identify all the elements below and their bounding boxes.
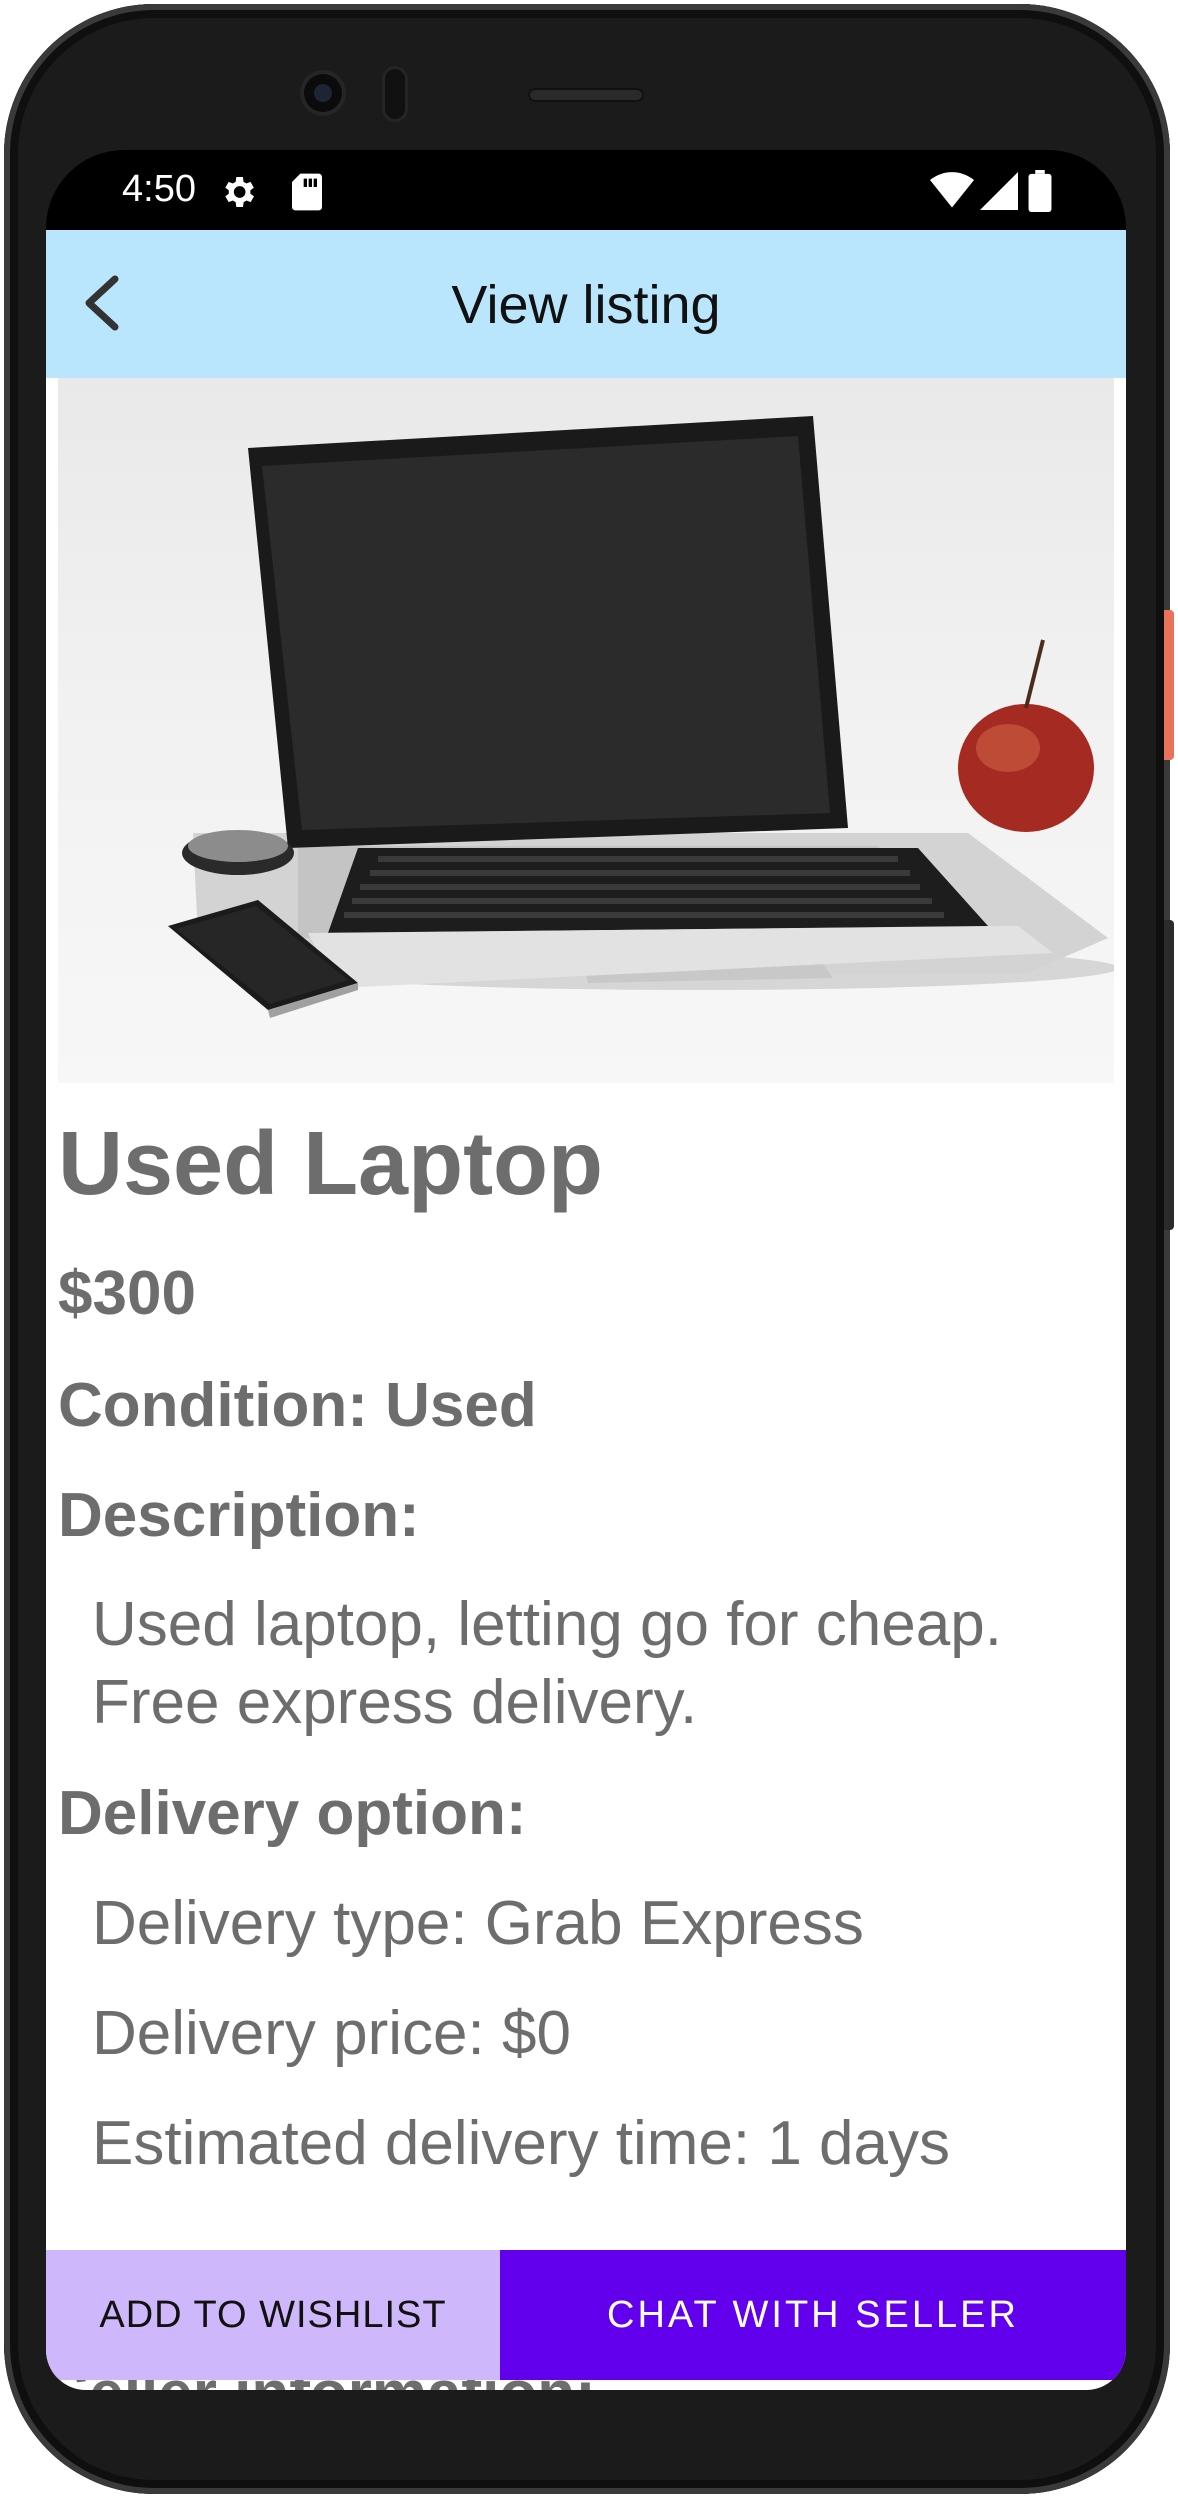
battery-icon [1028, 170, 1052, 222]
screen: 4:50 View listing Used Laptop $300 Condi… [46, 150, 1126, 2390]
listing-content[interactable]: Used Laptop $300 Condition: Used Descrip… [46, 378, 1126, 2390]
app-bar: View listing [46, 230, 1126, 378]
status-time: 4:50 [122, 168, 196, 210]
chat-with-seller-button[interactable]: CHAT WITH SELLER [500, 2250, 1126, 2380]
page-title: View listing [451, 275, 721, 335]
settings-icon [218, 172, 258, 222]
listing-price: $300 [58, 1259, 196, 1328]
signal-icon [980, 172, 1018, 220]
description-text: Used laptop, letting go for cheap. Free … [92, 1590, 1002, 1737]
proximity-sensor [382, 66, 408, 122]
listing-condition: Condition: Used [58, 1371, 537, 1440]
bottom-action-bar: ADD TO WISHLIST CHAT WITH SELLER [46, 2250, 1126, 2380]
status-bar: 4:50 [46, 150, 1126, 230]
front-camera [300, 70, 346, 116]
add-to-wishlist-button[interactable]: ADD TO WISHLIST [46, 2250, 500, 2380]
listing-image [58, 378, 1118, 1083]
earpiece-speaker [528, 88, 644, 102]
power-button [1164, 610, 1174, 760]
delivery-label: Delivery option: [58, 1779, 527, 1848]
delivery-time: Estimated delivery time: 1 days [92, 2109, 951, 2178]
listing-title: Used Laptop [58, 1114, 604, 1214]
sd-card-icon [290, 172, 324, 222]
delivery-price: Delivery price: $0 [92, 1999, 571, 2068]
volume-button [1164, 920, 1174, 1230]
wifi-icon [930, 172, 974, 220]
description-label: Description: [58, 1481, 420, 1550]
delivery-type: Delivery type: Grab Express [92, 1889, 864, 1958]
